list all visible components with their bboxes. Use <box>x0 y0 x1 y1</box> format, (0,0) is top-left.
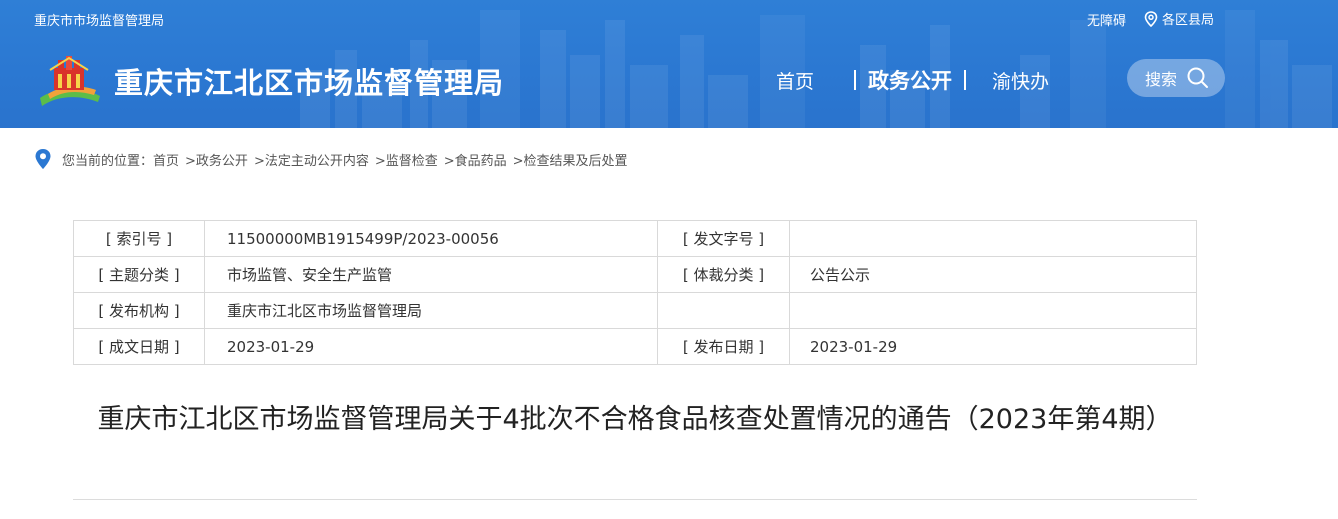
search-icon <box>1187 67 1208 88</box>
breadcrumb: 您当前的位置： 首页 >政务公开 >法定主动公开内容 >监督检查 >食品药品 >… <box>34 148 634 170</box>
site-title[interactable]: 重庆市江北区市场监督管理局 <box>114 60 504 102</box>
breadcrumb-prefix: 您当前的位置： <box>62 153 154 169</box>
table-row: [ 主题分类 ] 市场监管、安全生产监管 [ 体裁分类 ] 公告公示 <box>73 256 1197 293</box>
nav-yukuaiban[interactable]: 渝快办 <box>992 67 1049 94</box>
meta-key <box>657 292 790 329</box>
table-row: [ 成文日期 ] 2023-01-29 [ 发布日期 ] 2023-01-29 <box>73 328 1197 365</box>
breadcrumb-statutory[interactable]: >法定主动公开内容 <box>254 150 369 169</box>
meta-value: 公告公示 <box>789 256 1197 293</box>
meta-key: [ 索引号 ] <box>73 220 205 257</box>
meta-value: 市场监管、安全生产监管 <box>204 256 658 293</box>
location-pin-icon <box>1144 10 1158 27</box>
meta-value: 11500000MB1915499P/2023-00056 <box>204 220 658 257</box>
district-bureaus-link[interactable]: 各区县局 <box>1144 9 1214 28</box>
nav-separator <box>964 70 967 90</box>
meta-value: 2023-01-29 <box>789 328 1197 365</box>
nav-home[interactable]: 首页 <box>776 67 814 94</box>
meta-key: [ 发文字号 ] <box>657 220 790 257</box>
accessibility-link[interactable]: 无障碍 <box>1087 10 1126 29</box>
breadcrumb-gov-affairs[interactable]: >政务公开 <box>185 150 248 169</box>
nav-separator <box>854 70 857 90</box>
emblem-icon <box>40 56 100 106</box>
document-metadata-table: [ 索引号 ] 11500000MB1915499P/2023-00056 [ … <box>73 220 1197 365</box>
article-title: 重庆市江北区市场监督管理局关于4批次不合格食品核查处置情况的通告（2023年第4… <box>97 404 1173 435</box>
meta-key: [ 发布日期 ] <box>657 328 790 365</box>
meta-key: [ 成文日期 ] <box>73 328 205 365</box>
table-row: [ 索引号 ] 11500000MB1915499P/2023-00056 [ … <box>73 220 1197 257</box>
meta-key: [ 发布机构 ] <box>73 292 205 329</box>
search-label: 搜索 <box>1145 70 1178 89</box>
breadcrumb-food-drug[interactable]: >食品药品 <box>444 150 507 169</box>
main-nav: 首页 政务公开 渝快办 <box>776 66 1049 94</box>
divider <box>73 499 1197 500</box>
breadcrumb-home[interactable]: 首页 <box>153 150 179 169</box>
site-logo[interactable] <box>34 50 104 112</box>
parent-site-link[interactable]: 重庆市市场监督管理局 <box>34 10 164 29</box>
meta-value <box>789 292 1197 329</box>
table-row: [ 发布机构 ] 重庆市江北区市场监督管理局 <box>73 292 1197 329</box>
meta-value: 重庆市江北区市场监督管理局 <box>204 292 658 329</box>
search-button[interactable]: 搜索 <box>1127 59 1225 97</box>
location-pin-icon <box>35 149 51 169</box>
meta-value <box>789 220 1197 257</box>
district-label: 各区县局 <box>1162 13 1215 28</box>
meta-key: [ 体裁分类 ] <box>657 256 790 293</box>
breadcrumb-results[interactable]: >检查结果及后处置 <box>513 150 628 169</box>
meta-key: [ 主题分类 ] <box>73 256 205 293</box>
meta-value: 2023-01-29 <box>204 328 658 365</box>
breadcrumb-inspection[interactable]: >监督检查 <box>375 150 438 169</box>
nav-gov-affairs[interactable]: 政务公开 <box>868 65 952 95</box>
header-banner: 重庆市市场监督管理局 无障碍 各区县局 重庆市江北区市场监督管理局 首页 政务公… <box>0 0 1338 128</box>
